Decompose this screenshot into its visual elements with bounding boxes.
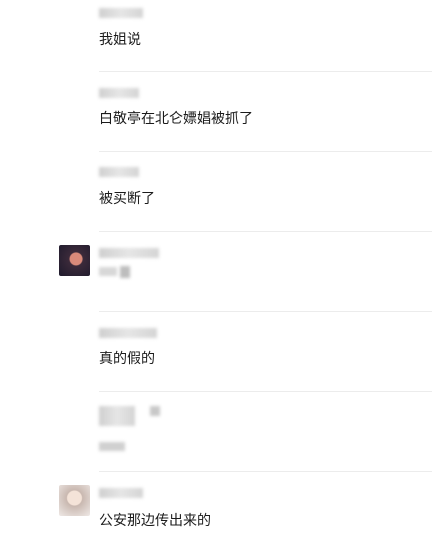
comment-feed: 我姐说 白敬亭在北仑嫖娼被抓了 被买断了 真的假的 公安那边传出来的: [0, 0, 432, 548]
commenter-name-redacted: [99, 248, 159, 258]
comment-item[interactable]: 白敬亭在北仑嫖娼被抓了: [0, 72, 432, 152]
commenter-name-redacted: [99, 167, 139, 177]
avatar[interactable]: [59, 485, 90, 516]
comment-text: 公安那边传出来的: [99, 513, 211, 529]
comment-text: 真的假的: [99, 351, 155, 367]
comment-item[interactable]: [0, 392, 432, 472]
avatar[interactable]: [59, 245, 90, 276]
comment-text: 被买断了: [99, 191, 155, 207]
commenter-name-redacted: [99, 88, 139, 98]
commenter-name-redacted: [99, 328, 157, 338]
comment-content-redacted: [120, 266, 130, 278]
comment-content-redacted: [99, 442, 125, 451]
comment-text: 白敬亭在北仑嫖娼被抓了: [99, 111, 253, 127]
comment-text: 我姐说: [99, 32, 141, 48]
commenter-badge-redacted: [150, 406, 160, 416]
comment-item[interactable]: 我姐说: [0, 0, 432, 72]
comment-item[interactable]: 真的假的: [0, 312, 432, 392]
comment-content-redacted: [99, 267, 117, 276]
commenter-name-redacted: [99, 8, 143, 18]
commenter-name-redacted: [99, 488, 143, 498]
commenter-name-redacted: [99, 406, 135, 426]
comment-item[interactable]: 被买断了: [0, 152, 432, 232]
comment-item[interactable]: [0, 232, 432, 312]
comment-item[interactable]: 公安那边传出来的: [0, 472, 432, 548]
